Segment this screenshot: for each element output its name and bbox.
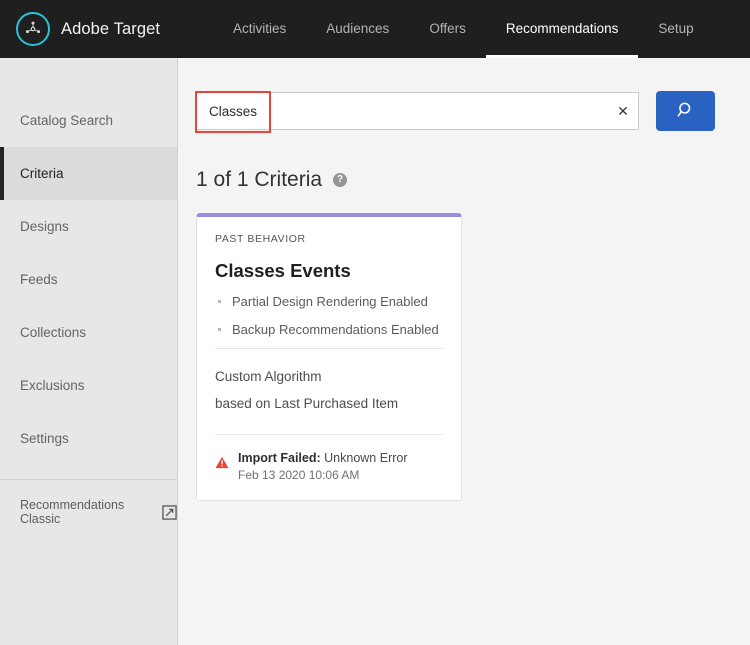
list-item-label: Backup Recommendations Enabled [232, 320, 439, 339]
sidebar-item-label: Exclusions [20, 378, 85, 393]
results-header: 1 of 1 Criteria ? [196, 168, 750, 192]
sidebar-item-label: Designs [20, 219, 69, 234]
sidebar-item-label: Catalog Search [20, 113, 113, 128]
status-text-group: Import Failed: Unknown Error Feb 13 2020… [238, 450, 408, 484]
sidebar-item-criteria[interactable]: Criteria [0, 147, 177, 200]
tab-recommendations[interactable]: Recommendations [486, 0, 639, 58]
sidebar-footer-label: Recommendations Classic [20, 498, 155, 526]
adobe-target-logo-icon [16, 12, 50, 46]
sidebar-item-feeds[interactable]: Feeds [0, 253, 177, 306]
sidebar-item-label: Settings [20, 431, 69, 446]
sidebar-item-designs[interactable]: Designs [0, 200, 177, 253]
brand-name: Adobe Target [61, 20, 160, 39]
sidebar-item-label: Feeds [20, 272, 58, 287]
card-algorithm-name: Custom Algorithm [215, 365, 443, 389]
sidebar-item-exclusions[interactable]: Exclusions [0, 359, 177, 412]
page-body: Catalog Search Criteria Designs Feeds Co… [0, 58, 750, 645]
brand[interactable]: Adobe Target [16, 12, 191, 46]
top-navigation-bar: Adobe Target Activities Audiences Offers… [0, 0, 750, 58]
page-title: 1 of 1 Criteria [196, 168, 322, 192]
tab-activities[interactable]: Activities [213, 0, 306, 58]
status-badge: Import Failed: Unknown Error [238, 450, 408, 467]
status-label: Import Failed: [238, 451, 321, 465]
list-item: Partial Design Rendering Enabled [215, 292, 443, 311]
tab-offers[interactable]: Offers [409, 0, 486, 58]
card-category-label: PAST BEHAVIOR [215, 233, 443, 245]
sidebar-item-catalog-search[interactable]: Catalog Search [0, 94, 177, 147]
search-button[interactable] [656, 91, 715, 131]
bullet-icon [218, 300, 221, 303]
card-title: Classes Events [215, 260, 443, 282]
search-icon [676, 100, 696, 123]
tab-audiences[interactable]: Audiences [306, 0, 409, 58]
sidebar-item-collections[interactable]: Collections [0, 306, 177, 359]
sidebar-item-recommendations-classic[interactable]: Recommendations Classic [0, 480, 177, 526]
main-content: ✕ 1 of 1 Criteria ? PAST BEHAVIOR Classe… [178, 58, 750, 645]
criteria-card[interactable]: PAST BEHAVIOR Classes Events Partial Des… [196, 213, 462, 501]
help-circle-icon[interactable]: ? [333, 173, 347, 187]
list-item-label: Partial Design Rendering Enabled [232, 292, 428, 311]
close-icon[interactable]: ✕ [608, 93, 638, 129]
card-algorithm-basis: based on Last Purchased Item [215, 392, 443, 416]
sidebar-item-settings[interactable]: Settings [0, 412, 177, 465]
status-timestamp: Feb 13 2020 10:06 AM [238, 467, 408, 484]
card-divider-bottom [215, 434, 443, 435]
bullet-icon [218, 328, 221, 331]
nav-tab-list: Activities Audiences Offers Recommendati… [213, 0, 714, 58]
card-attribute-list: Partial Design Rendering Enabled Backup … [215, 292, 443, 339]
sidebar-item-label: Criteria [20, 166, 64, 181]
warning-triangle-icon [215, 456, 229, 484]
external-link-icon [162, 505, 177, 520]
list-item: Backup Recommendations Enabled [215, 320, 443, 339]
search-input[interactable] [197, 93, 608, 129]
card-status-row: Import Failed: Unknown Error Feb 13 2020… [215, 450, 443, 484]
tab-setup[interactable]: Setup [638, 0, 713, 58]
sidebar-item-label: Collections [20, 325, 86, 340]
card-divider-top [215, 348, 443, 349]
status-detail: Unknown Error [324, 451, 407, 465]
search-row: ✕ [196, 91, 750, 131]
sidebar: Catalog Search Criteria Designs Feeds Co… [0, 58, 178, 645]
search-field-wrapper[interactable]: ✕ [196, 92, 639, 130]
